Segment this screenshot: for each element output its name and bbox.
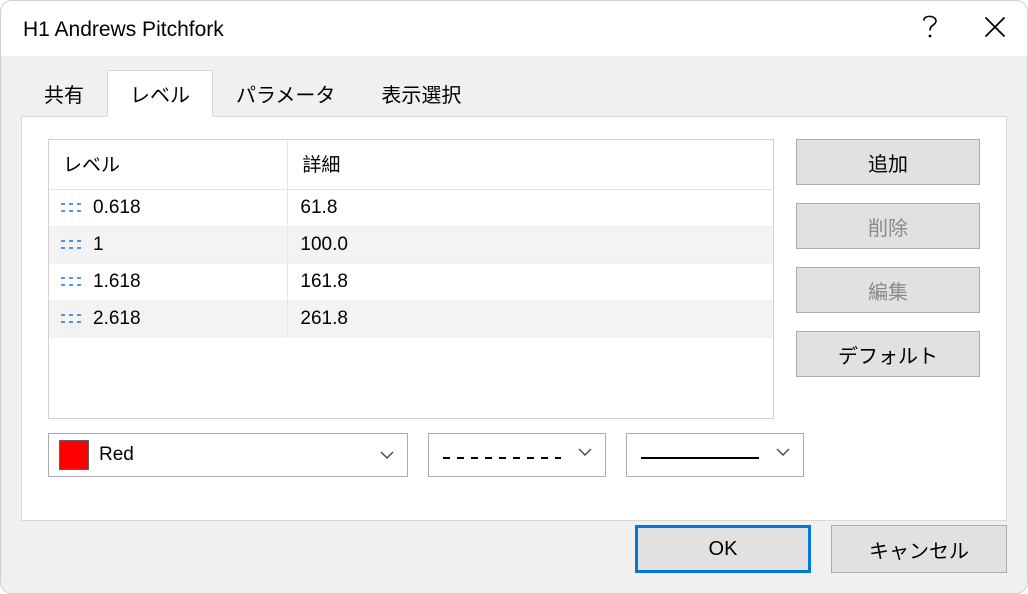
default-button[interactable]: デフォルト <box>796 331 980 377</box>
detail-value: 61.8 <box>288 190 773 227</box>
dialog-body: 共有 レベル パラメータ 表示選択 レベル 詳細 <box>1 56 1027 593</box>
table-row[interactable]: 2.618 261.8 <box>49 301 773 338</box>
line-style-icon <box>61 238 83 252</box>
chevron-down-icon <box>379 447 395 463</box>
level-cell: 0.618 <box>61 197 275 219</box>
title-controls <box>921 12 1007 47</box>
level-cell: 1.618 <box>61 271 275 293</box>
levels-table[interactable]: レベル 詳細 <box>49 140 773 338</box>
cancel-button[interactable]: キャンセル <box>831 525 1007 573</box>
titlebar: H1 Andrews Pitchfork <box>1 1 1027 56</box>
column-header-detail[interactable]: 詳細 <box>288 140 773 190</box>
dialog-button-row: OK キャンセル <box>21 521 1007 573</box>
column-header-level[interactable]: レベル <box>49 140 288 190</box>
level-cell: 1 <box>61 234 275 256</box>
line-style-preview <box>443 444 565 466</box>
level-value: 2.618 <box>93 308 141 330</box>
level-value: 1.618 <box>93 271 141 293</box>
detail-value: 261.8 <box>288 301 773 338</box>
color-label: Red <box>99 444 134 466</box>
detail-value: 161.8 <box>288 264 773 301</box>
table-row[interactable]: 1.618 161.8 <box>49 264 773 301</box>
levels-row: レベル 詳細 <box>48 139 980 419</box>
tab-share[interactable]: 共有 <box>21 70 107 116</box>
table-row[interactable]: 1 100.0 <box>49 227 773 264</box>
detail-value: 100.0 <box>288 227 773 264</box>
tab-parameters[interactable]: パラメータ <box>213 70 358 116</box>
tab-display[interactable]: 表示選択 <box>358 70 484 116</box>
tab-levels[interactable]: レベル <box>107 70 213 117</box>
chevron-down-icon <box>775 444 791 466</box>
edit-button[interactable]: 編集 <box>796 267 980 313</box>
level-value: 1 <box>93 234 104 256</box>
close-button[interactable] <box>983 15 1007 44</box>
level-cell: 2.618 <box>61 308 275 330</box>
ok-button[interactable]: OK <box>635 525 811 573</box>
level-value: 0.618 <box>93 197 141 219</box>
tabstrip: 共有 レベル パラメータ 表示選択 <box>21 74 1007 116</box>
window-title: H1 Andrews Pitchfork <box>23 18 224 42</box>
help-button[interactable] <box>921 12 939 47</box>
tabpanel-levels: レベル 詳細 <box>21 116 1007 521</box>
dialog-window: H1 Andrews Pitchfork 共有 レベル パラメータ 表示選択 <box>0 0 1028 594</box>
table-header-row: レベル 詳細 <box>49 140 773 190</box>
table-row[interactable]: 0.618 61.8 <box>49 190 773 227</box>
add-button[interactable]: 追加 <box>796 139 980 185</box>
line-style-icon <box>61 275 83 289</box>
levels-table-wrap: レベル 詳細 <box>48 139 774 419</box>
line-width-preview <box>641 444 763 466</box>
line-style-combobox[interactable] <box>428 433 606 477</box>
bottom-selectors: Red <box>48 433 980 477</box>
chevron-down-icon <box>577 444 593 466</box>
line-width-combobox[interactable] <box>626 433 804 477</box>
line-style-icon <box>61 201 83 215</box>
color-combobox[interactable]: Red <box>48 433 408 477</box>
color-swatch <box>59 440 89 470</box>
side-buttons: 追加 削除 編集 デフォルト <box>796 139 980 419</box>
delete-button[interactable]: 削除 <box>796 203 980 249</box>
line-style-icon <box>61 312 83 326</box>
